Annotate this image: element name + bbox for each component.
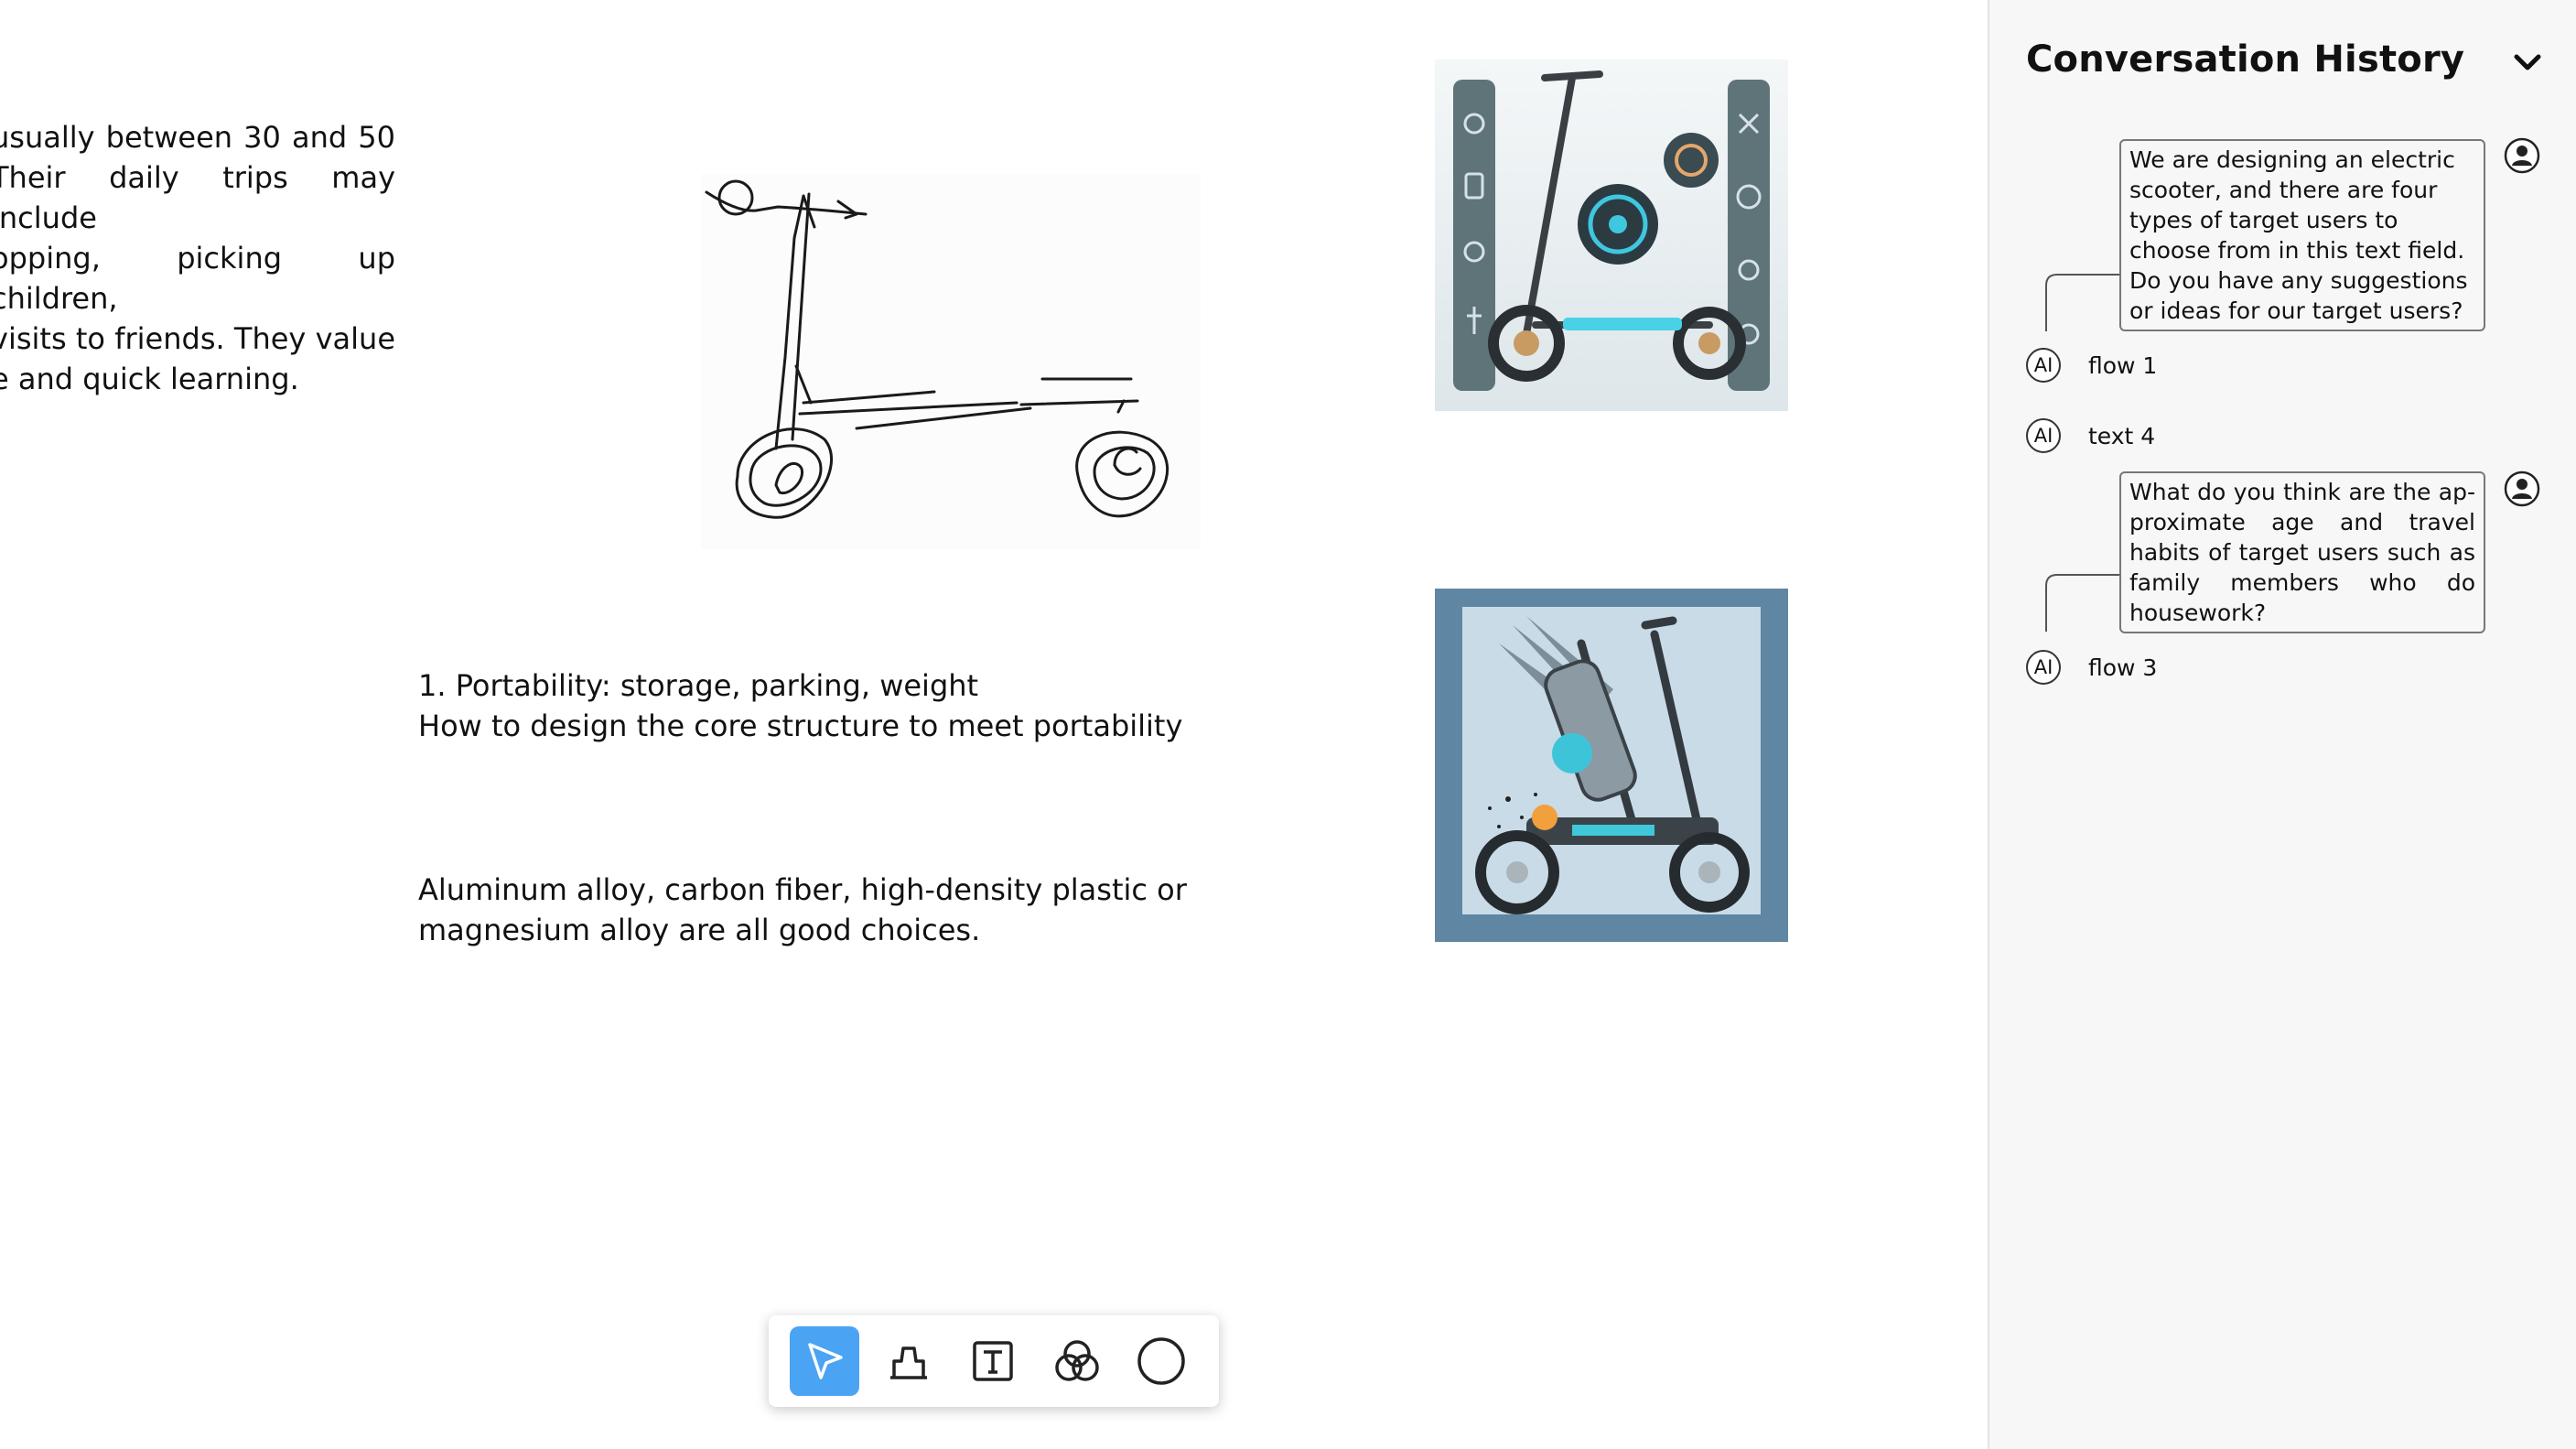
- portability-note[interactable]: 1. Portability: storage, parking, weight…: [418, 665, 1182, 746]
- blend-tool-button[interactable]: [1042, 1326, 1112, 1396]
- cursor-arrow-icon: [808, 1343, 843, 1379]
- circle-tool-button[interactable]: [1126, 1326, 1196, 1396]
- ai-response-item[interactable]: AI text 4: [2026, 416, 2155, 456]
- intro-line: Their daily trips may include: [0, 160, 395, 235]
- thread-connector: [2045, 574, 2119, 632]
- note-line: 1. Portability: storage, parking, weight: [418, 668, 979, 703]
- conversation-history-panel: Conversation History We are designing an…: [1988, 0, 2576, 1449]
- ai-badge: AI: [2026, 348, 2061, 383]
- thread-connector: [2045, 274, 2119, 331]
- user-message[interactable]: We are designing an electric scooter, an…: [2119, 139, 2485, 331]
- scooter-concept-image[interactable]: [1435, 589, 1788, 942]
- intro-line: visits to friends. They value: [0, 321, 395, 356]
- text-tool-button[interactable]: [958, 1326, 1028, 1396]
- scooter-render-image[interactable]: [1435, 59, 1788, 411]
- eraser-icon: [890, 1346, 927, 1379]
- chevron-down-icon[interactable]: [2511, 46, 2544, 79]
- note-line: magnesium alloy are all good choices.: [418, 913, 981, 947]
- drawing-toolbar: [769, 1315, 1219, 1407]
- user-avatar-icon: [2504, 137, 2540, 174]
- eraser-tool-button[interactable]: [874, 1326, 943, 1396]
- note-line: How to design the core structure to meet…: [418, 708, 1183, 743]
- note-line: Aluminum alloy, carbon fiber, high-densi…: [418, 872, 1187, 907]
- text-box-icon: [973, 1341, 1013, 1381]
- intro-line: usually between 30 and 50: [0, 120, 395, 155]
- materials-note[interactable]: Aluminum alloy, carbon fiber, high-densi…: [418, 870, 1187, 950]
- user-avatar-icon: [2504, 470, 2540, 507]
- select-tool-button[interactable]: [790, 1326, 859, 1396]
- scooter-sketch[interactable]: [701, 174, 1201, 549]
- overlapping-circles-icon: [1055, 1340, 1099, 1381]
- ai-badge: AI: [2026, 418, 2061, 453]
- ai-response-label: flow 3: [2088, 654, 2158, 681]
- ai-response-item[interactable]: AI flow 3: [2026, 647, 2157, 687]
- ai-badge: AI: [2026, 650, 2061, 685]
- ai-response-label: flow 1: [2088, 351, 2158, 379]
- panel-title: Conversation History: [2026, 38, 2465, 81]
- intro-text-block[interactable]: usually between 30 and 50 Their daily tr…: [0, 117, 395, 399]
- intro-line: e and quick learning.: [0, 362, 299, 396]
- whiteboard-canvas[interactable]: usually between 30 and 50 Their daily tr…: [0, 0, 1988, 1449]
- ai-response-label: text 4: [2088, 422, 2156, 449]
- intro-line: opping, picking up children,: [0, 241, 395, 316]
- user-message[interactable]: What do you think are the ap-proximate a…: [2119, 471, 2485, 633]
- ai-response-item[interactable]: AI flow 1: [2026, 345, 2157, 385]
- circle-icon: [1137, 1337, 1185, 1385]
